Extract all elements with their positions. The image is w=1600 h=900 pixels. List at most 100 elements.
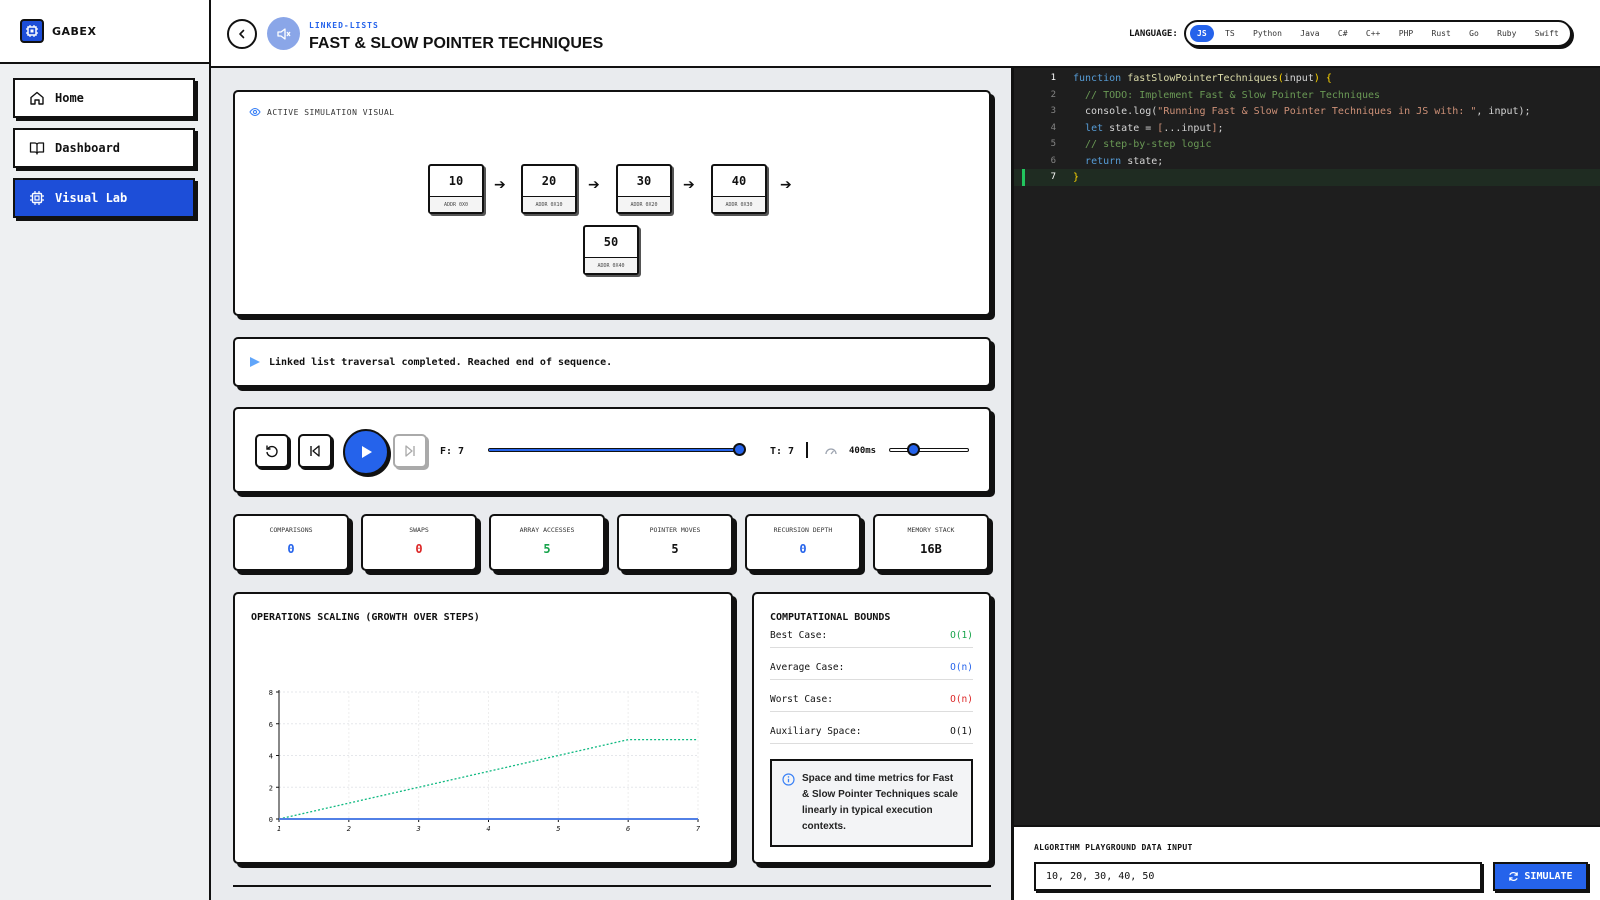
language-option[interactable]: TS — [1218, 25, 1242, 42]
divider — [806, 442, 808, 458]
data-input-label: ALGORITHM PLAYGROUND DATA INPUT — [1034, 843, 1193, 852]
sidebar-item-label: Home — [55, 91, 84, 105]
y-tick-label: 6 — [269, 721, 273, 729]
node-address: ADDR 0X0 — [430, 197, 482, 212]
simulation-visual-card: ACTIVE SIMULATION VISUAL 10 ADDR 0X0 ➔ 2… — [233, 90, 991, 316]
skip-forward-icon — [405, 445, 415, 457]
bounds-note: Space and time metrics for Fast & Slow P… — [770, 759, 973, 847]
x-tick-label: 3 — [416, 825, 421, 833]
code-text: // step-by-step logic — [1073, 139, 1212, 150]
reset-icon — [266, 445, 278, 458]
list-node: 50 ADDR 0X40 — [583, 225, 639, 275]
language-option[interactable]: Rust — [1425, 25, 1458, 42]
language-option[interactable]: PHP — [1392, 25, 1420, 42]
timeline-fill — [489, 449, 743, 451]
language-option[interactable]: Java — [1293, 25, 1326, 42]
list-node: 30 ADDR 0X20 — [616, 164, 672, 214]
visual-header: ACTIVE SIMULATION VISUAL — [249, 106, 395, 118]
x-tick-label: 2 — [347, 825, 351, 833]
metric-value: 0 — [415, 542, 423, 556]
step-back-button[interactable] — [298, 434, 332, 468]
operations-chart: 0 2 4 6 8 1 2 3 4 5 6 7 — [269, 689, 701, 833]
bound-value: O(1) — [950, 726, 973, 737]
arrow-right-icon: ➔ — [683, 177, 695, 193]
bound-row: Auxiliary Space: O(1) — [770, 720, 973, 744]
reset-button[interactable] — [255, 434, 289, 468]
list-node: 10 ADDR 0X0 — [428, 164, 484, 214]
bound-label: Auxiliary Space: — [770, 726, 862, 737]
language-option[interactable]: Swift — [1528, 25, 1566, 42]
language-label: LANGUAGE: — [1129, 29, 1178, 39]
chip-icon — [20, 19, 44, 43]
code-line[interactable]: 6 return state; — [1014, 153, 1600, 170]
y-tick-label: 0 — [269, 816, 273, 824]
code-editor[interactable]: 1 function fastSlowPointerTechniques(inpu… — [1011, 68, 1600, 825]
node-value: 50 — [585, 227, 637, 258]
mute-button[interactable] — [267, 17, 300, 50]
sidebar-item-home[interactable]: Home — [13, 78, 195, 118]
code-line[interactable]: 7} — [1014, 169, 1600, 186]
metric-label: RECURSION DEPTH — [773, 526, 833, 534]
data-input-panel: ALGORITHM PLAYGROUND DATA INPUT SIMULATE — [1011, 825, 1600, 900]
language-option[interactable]: Ruby — [1490, 25, 1523, 42]
list-node: 40 ADDR 0X30 — [711, 164, 767, 214]
home-icon — [29, 90, 45, 106]
code-text: } — [1073, 172, 1080, 183]
y-tick-label: 4 — [269, 753, 273, 761]
speed-slider[interactable] — [889, 443, 969, 456]
brand[interactable]: GABEX — [0, 0, 209, 64]
node-address: ADDR 0X30 — [713, 197, 765, 212]
current-line-marker — [1022, 169, 1025, 186]
sidebar-item-visual-lab[interactable]: Visual Lab — [13, 178, 195, 218]
node-value: 10 — [430, 166, 482, 197]
bound-row: Average Case: O(n) — [770, 656, 973, 680]
speed-gauge-icon — [825, 448, 837, 455]
breadcrumb[interactable]: LINKED-LISTS — [309, 21, 379, 30]
eye-icon — [249, 107, 261, 117]
playback-controls: F: 7 T: 7 400ms — [233, 407, 991, 493]
code-line[interactable]: 3 console.log("Running Fast & Slow Point… — [1014, 103, 1600, 120]
bound-label: Best Case: — [770, 630, 828, 641]
total-frames: T: 7 — [770, 446, 795, 457]
y-tick-label: 2 — [269, 784, 273, 792]
language-option[interactable]: Go — [1462, 25, 1486, 42]
timeline-thumb[interactable] — [733, 443, 746, 456]
timeline-slider[interactable] — [488, 443, 746, 456]
x-tick-label: 5 — [556, 825, 560, 833]
language-option[interactable]: Python — [1246, 25, 1289, 42]
data-input-field[interactable] — [1034, 862, 1482, 891]
code-line[interactable]: 1 function fastSlowPointerTechniques(inpu… — [1014, 70, 1600, 87]
code-line[interactable]: 2 // TODO: Implement Fast & Slow Pointer… — [1014, 87, 1600, 104]
play-icon — [362, 446, 372, 458]
back-button[interactable] — [227, 19, 257, 49]
volume-mute-icon — [276, 27, 291, 40]
list-node: 20 ADDR 0X10 — [521, 164, 577, 214]
metric-card: RECURSION DEPTH 0 — [745, 514, 861, 571]
node-value: 40 — [713, 166, 765, 197]
play-indicator-icon — [250, 357, 260, 367]
language-option[interactable]: C++ — [1359, 25, 1387, 42]
language-option[interactable]: JS — [1190, 25, 1214, 42]
line-number: 3 — [1050, 106, 1056, 116]
x-tick-label: 1 — [277, 825, 281, 833]
code-text: console.log("Running Fast & Slow Pointer… — [1073, 106, 1531, 117]
sidebar-item-label: Visual Lab — [55, 191, 128, 205]
simulate-button[interactable]: SIMULATE — [1493, 862, 1588, 891]
line-number: 5 — [1050, 139, 1056, 149]
arrow-right-icon: ➔ — [494, 177, 506, 193]
language-option[interactable]: C# — [1331, 25, 1355, 42]
sidebar-item-dashboard[interactable]: Dashboard — [13, 128, 195, 168]
code-text: function fastSlowPointerTechniques(input… — [1073, 73, 1332, 84]
speed-thumb[interactable] — [906, 443, 920, 456]
play-button[interactable] — [343, 429, 389, 475]
header: LINKED-LISTS FAST & SLOW POINTER TECHNIQ… — [211, 0, 1600, 68]
code-line[interactable]: 4 let state = [...input]; — [1014, 120, 1600, 137]
code-line[interactable]: 5 // step-by-step logic — [1014, 136, 1600, 153]
computational-bounds-card: COMPUTATIONAL BOUNDS Best Case: O(1) Avera… — [752, 592, 991, 864]
metric-label: COMPARISONS — [269, 526, 313, 534]
metric-value: 5 — [671, 542, 679, 556]
code-text: let state = [...input]; — [1085, 122, 1224, 134]
step-forward-button[interactable] — [393, 434, 427, 468]
brand-name: GABEX — [52, 24, 97, 38]
language-selector: JS TS Python Java C# C++ PHP Rust Go Ruby Swift — [1184, 20, 1572, 47]
